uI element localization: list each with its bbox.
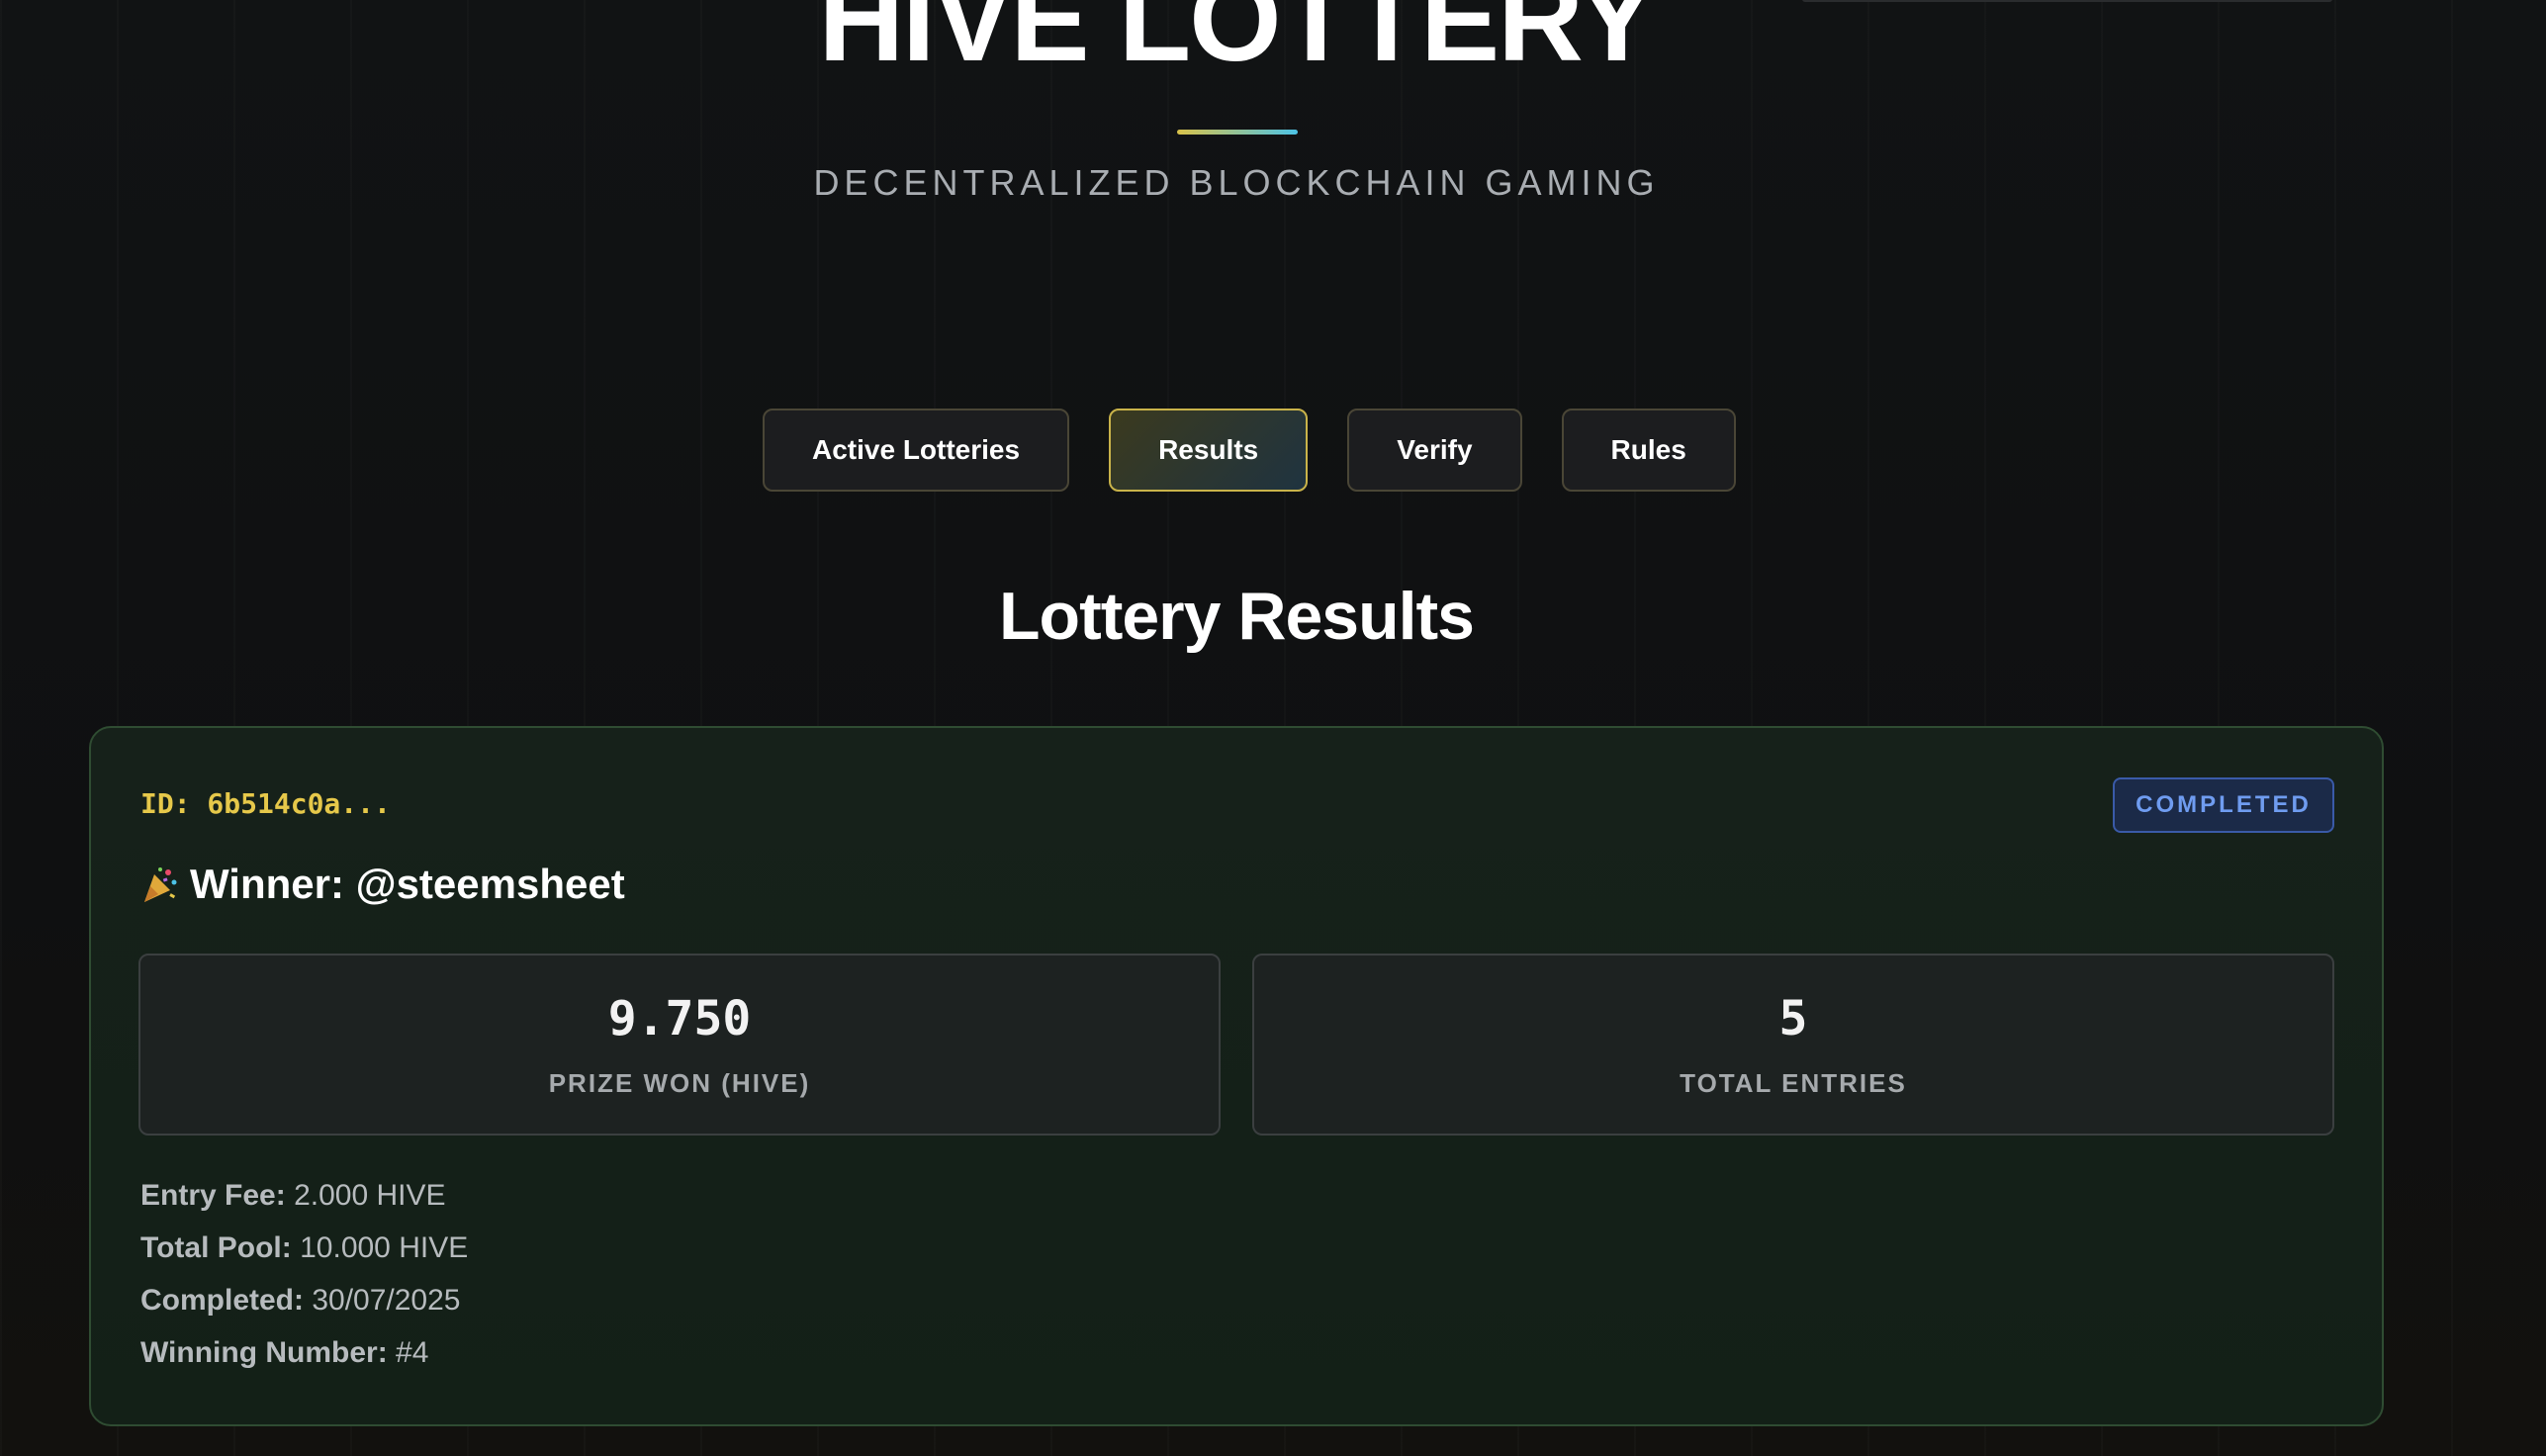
entries-value: 5 <box>1778 991 1808 1046</box>
page: HIVE LOTTERY DECENTRALIZED BLOCKCHAIN GA… <box>0 0 2546 1456</box>
tab-results[interactable]: Results <box>1109 409 1309 492</box>
winner-label: Winner: @steemsheet <box>190 861 625 907</box>
lottery-result-card: ID: 6b514c0a... COMPLETED Winner: @steem… <box>89 726 2384 1426</box>
detail-row-completed: Completed: 30/07/2025 <box>140 1274 468 1326</box>
brand-tagline: DECENTRALIZED BLOCKCHAIN GAMING <box>813 162 1660 203</box>
tab-active-lotteries[interactable]: Active Lotteries <box>763 409 1070 492</box>
detail-row-entry-fee: Entry Fee: 2.000 HIVE <box>140 1169 468 1222</box>
detail-label: Winning Number: <box>140 1336 388 1369</box>
prize-label: PRIZE WON (HIVE) <box>548 1068 811 1098</box>
result-details: Entry Fee: 2.000 HIVE Total Pool: 10.000… <box>140 1169 468 1379</box>
tab-verify[interactable]: Verify <box>1347 409 1522 492</box>
detail-label: Entry Fee: <box>140 1179 286 1212</box>
main-nav: Active Lotteries Results Verify Rules <box>763 409 1736 492</box>
prize-stat: 9.750 PRIZE WON (HIVE) <box>138 954 1221 1136</box>
brand-title: HIVE LOTTERY <box>818 0 1657 86</box>
entries-label: TOTAL ENTRIES <box>1680 1068 1907 1098</box>
detail-value: #4 <box>396 1336 429 1369</box>
detail-row-total-pool: Total Pool: 10.000 HIVE <box>140 1222 468 1274</box>
party-popper-icon <box>140 864 180 904</box>
detail-value: 2.000 HIVE <box>294 1179 446 1212</box>
tab-rules[interactable]: Rules <box>1561 409 1736 492</box>
prize-value: 9.750 <box>607 991 752 1046</box>
detail-value: 10.000 HIVE <box>300 1231 469 1264</box>
detail-label: Total Pool: <box>140 1231 292 1264</box>
brand-underline <box>1177 130 1298 135</box>
entries-stat: 5 TOTAL ENTRIES <box>1252 954 2334 1136</box>
status-badge: COMPLETED <box>2113 777 2334 833</box>
detail-label: Completed: <box>140 1284 304 1317</box>
section-title: Lottery Results <box>999 579 1475 654</box>
winner-heading: Winner: @steemsheet <box>140 861 625 908</box>
lottery-id: ID: 6b514c0a... <box>140 787 391 820</box>
detail-value: 30/07/2025 <box>312 1284 461 1317</box>
detail-row-winning-number: Winning Number: #4 <box>140 1326 468 1379</box>
